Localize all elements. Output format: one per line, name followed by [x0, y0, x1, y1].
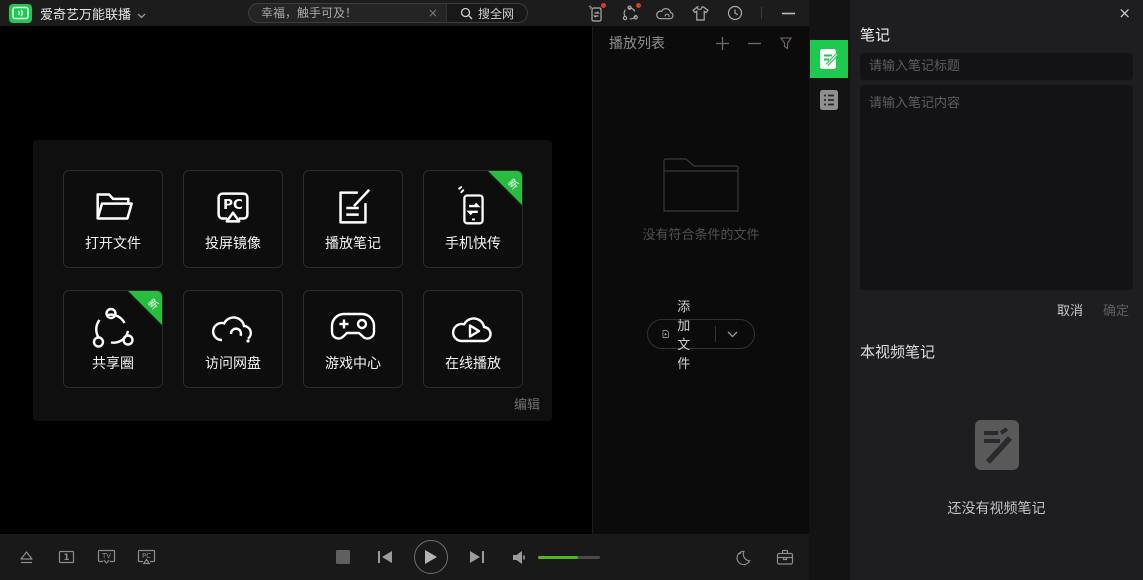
- app-window: 爱奇艺万能联播 × 搜全网: [0, 0, 1143, 580]
- toolbox-icon[interactable]: [775, 547, 795, 567]
- chevron-down-icon[interactable]: [137, 4, 146, 23]
- remove-minus-icon[interactable]: [745, 34, 763, 52]
- edit-tiles-link[interactable]: 编辑: [514, 394, 540, 413]
- speed-1x-icon[interactable]: 1: [56, 547, 76, 567]
- stop-icon[interactable]: [336, 550, 350, 564]
- tile-label: 播放笔记: [325, 233, 381, 253]
- skin-tshirt-icon[interactable]: [691, 4, 709, 22]
- confirm-button[interactable]: 确定: [1103, 300, 1129, 319]
- search-input[interactable]: [249, 6, 420, 20]
- tile-open-file[interactable]: 打开文件: [63, 170, 163, 268]
- playlist-tab[interactable]: [810, 81, 848, 119]
- notification-dot: [601, 3, 606, 8]
- close-icon[interactable]: ×: [1118, 4, 1131, 22]
- titlebar: 爱奇艺万能联播 × 搜全网: [0, 0, 809, 26]
- tile-label: 共享圈: [92, 353, 134, 373]
- add-plus-icon[interactable]: [713, 34, 731, 52]
- video-area: 打开文件 PC 投屏镜像 播放笔记: [0, 26, 592, 534]
- note-title-input[interactable]: [860, 53, 1133, 80]
- add-file-icon: [662, 326, 669, 342]
- player-left-tools: 1 TV PC: [16, 534, 156, 580]
- playlist-empty-state: 没有符合条件的文件: [593, 154, 809, 243]
- volume-icon[interactable]: [512, 550, 528, 565]
- pc-cast-icon: PC: [210, 184, 256, 230]
- note-pencil-icon: [819, 48, 839, 70]
- search-icon: [460, 7, 473, 20]
- tile-label: 游戏中心: [325, 353, 381, 373]
- search-bar: × 搜全网: [248, 3, 528, 23]
- player-right-tools: [733, 534, 795, 580]
- tile-label: 打开文件: [85, 233, 141, 253]
- phone-transfer-icon: [450, 184, 496, 230]
- phone-transfer-icon[interactable]: [586, 4, 604, 22]
- share-circle-icon[interactable]: [621, 4, 639, 22]
- tile-label: 手机快传: [445, 233, 501, 253]
- note-actions: 取消 确定: [850, 290, 1143, 319]
- search-button-label: 搜全网: [478, 5, 514, 22]
- history-clock-icon[interactable]: [726, 4, 744, 22]
- tile-play-notes[interactable]: 播放笔记: [303, 170, 403, 268]
- side-tab-strip: [809, 0, 850, 580]
- volume-fill: [538, 556, 578, 559]
- svg-text:1: 1: [63, 553, 69, 563]
- tile-label: 访问网盘: [205, 353, 261, 373]
- playlist-panel: 播放列表 没有符合条件的文件: [592, 26, 809, 534]
- svg-text:PC: PC: [223, 198, 243, 213]
- previous-icon[interactable]: [376, 549, 394, 565]
- notes-empty-state: 还没有视频笔记: [850, 418, 1143, 518]
- playlist-title: 播放列表: [609, 33, 699, 53]
- empty-folder-icon: [663, 154, 739, 212]
- svg-text:TV: TV: [100, 552, 110, 560]
- moon-icon[interactable]: [733, 547, 753, 567]
- play-icon[interactable]: [414, 540, 448, 574]
- mirror-pc-icon[interactable]: PC: [136, 547, 156, 567]
- tile-phone-transfer[interactable]: 新 手机快传: [423, 170, 523, 268]
- playlist-header: 播放列表: [593, 26, 809, 60]
- cancel-button[interactable]: 取消: [1057, 300, 1083, 319]
- notes-tab[interactable]: [810, 40, 848, 78]
- notes-empty-text: 还没有视频笔记: [850, 498, 1143, 518]
- next-icon[interactable]: [468, 549, 486, 565]
- cloud-disk-icon: [209, 304, 257, 352]
- filter-funnel-icon[interactable]: [777, 34, 795, 52]
- add-file-label: 添加文件: [677, 296, 702, 372]
- list-icon: [819, 89, 839, 111]
- tile-game-center[interactable]: 游戏中心: [303, 290, 403, 388]
- cloud-play-icon: [449, 304, 497, 350]
- search-clear-icon[interactable]: ×: [420, 6, 446, 20]
- titlebar-icons: [586, 0, 797, 26]
- notification-dot: [636, 3, 641, 8]
- gamepad-icon: [328, 304, 378, 350]
- app-logo-icon: [9, 4, 32, 23]
- video-notes-section-title: 本视频笔记: [860, 341, 1143, 362]
- playlist-empty-text: 没有符合条件的文件: [593, 224, 809, 243]
- share-circle-icon: [89, 304, 137, 352]
- note-content-input[interactable]: [860, 85, 1133, 290]
- tile-label: 在线播放: [445, 353, 501, 373]
- home-shortcut-panel: 打开文件 PC 投屏镜像 播放笔记: [33, 140, 552, 421]
- tile-grid: 打开文件 PC 投屏镜像 播放笔记: [63, 170, 523, 388]
- tile-share-circle[interactable]: 新 共享圈: [63, 290, 163, 388]
- tile-online-play[interactable]: 在线播放: [423, 290, 523, 388]
- empty-note-icon: [974, 418, 1020, 472]
- add-file-button[interactable]: 添加文件: [647, 319, 755, 349]
- notes-panel-title: 笔记: [860, 24, 1143, 45]
- eject-icon[interactable]: [16, 547, 36, 567]
- search-button[interactable]: 搜全网: [446, 4, 527, 22]
- minimize-icon[interactable]: [779, 4, 797, 22]
- volume-slider[interactable]: [538, 556, 600, 559]
- tile-screen-mirror[interactable]: PC 投屏镜像: [183, 170, 283, 268]
- titlebar-divider: [761, 7, 762, 19]
- note-edit-icon: [330, 184, 376, 230]
- chevron-down-icon[interactable]: [715, 331, 750, 338]
- tile-cloud-disk[interactable]: 访问网盘: [183, 290, 283, 388]
- cast-tv-icon[interactable]: TV: [96, 547, 116, 567]
- notes-panel: × 笔记 取消 确定 本视频笔记 还没有视频笔记: [850, 0, 1143, 580]
- tile-label: 投屏镜像: [205, 233, 261, 253]
- player-bar: 1 TV PC: [0, 534, 809, 580]
- folder-open-icon: [90, 184, 136, 230]
- cloud-icon[interactable]: [656, 4, 674, 22]
- app-title: 爱奇艺万能联播: [40, 4, 131, 23]
- transport-controls: [336, 534, 600, 580]
